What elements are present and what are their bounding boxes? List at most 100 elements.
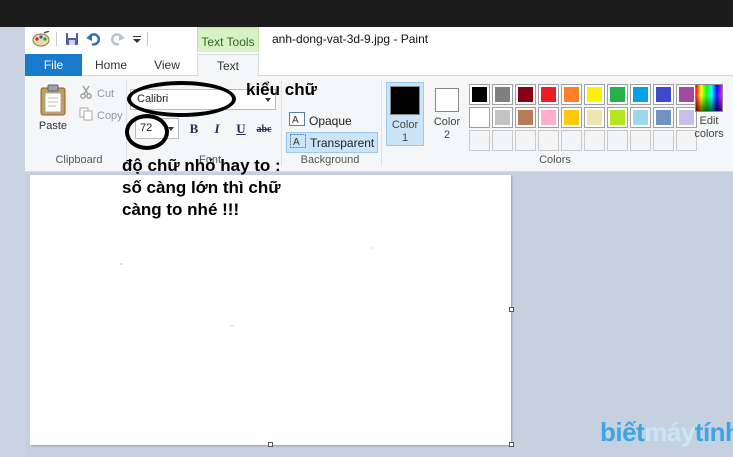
color2-button[interactable]: Color 2 xyxy=(428,82,466,146)
color-spectrum-icon xyxy=(695,84,723,112)
palette-swatch-fill xyxy=(633,110,648,125)
opaque-button[interactable]: A Opaque xyxy=(286,110,355,131)
text-tools-context-tab: Text Tools xyxy=(197,27,259,55)
canvas-speck xyxy=(230,325,234,327)
annotation-line-2: số càng lớn thì chữ xyxy=(122,178,281,197)
palette-swatch-fill xyxy=(518,87,533,102)
palette-empty-swatch[interactable] xyxy=(561,130,582,151)
italic-button[interactable]: I xyxy=(208,120,226,138)
resize-handle-bottom[interactable] xyxy=(268,442,273,447)
palette-swatch-fill xyxy=(656,110,671,125)
copy-icon xyxy=(79,107,93,124)
palette-swatch[interactable] xyxy=(492,107,513,128)
palette-swatch[interactable] xyxy=(538,107,559,128)
palette-swatch-fill xyxy=(656,87,671,102)
palette-swatch[interactable] xyxy=(653,107,674,128)
palette-swatch-fill xyxy=(587,110,602,125)
tab-text[interactable]: Text xyxy=(197,54,259,77)
cut-button[interactable]: Cut xyxy=(79,85,114,102)
customize-toolbar-icon[interactable] xyxy=(130,30,144,48)
tab-view[interactable]: View xyxy=(145,54,189,76)
palette-swatch-fill xyxy=(541,110,556,125)
save-icon[interactable] xyxy=(63,30,81,48)
underline-button[interactable]: U xyxy=(232,120,250,138)
annotation-font-name-note: kiểu chữ xyxy=(246,80,317,99)
opaque-icon: A xyxy=(289,112,305,129)
palette-empty-swatch[interactable] xyxy=(515,130,536,151)
palette-swatch-fill xyxy=(633,87,648,102)
paint-app-icon[interactable] xyxy=(31,30,51,48)
palette-swatch[interactable] xyxy=(515,84,536,105)
palette-swatch[interactable] xyxy=(584,84,605,105)
canvas-speck xyxy=(370,247,373,249)
tab-home[interactable]: Home xyxy=(89,54,133,76)
undo-icon[interactable] xyxy=(85,30,103,48)
palette-swatch[interactable] xyxy=(538,84,559,105)
watermark-part-3: tính xyxy=(694,417,733,447)
annotation-line-1: độ chữ nhỏ hay to : xyxy=(122,156,281,175)
desktop-strip xyxy=(0,0,733,27)
bold-button[interactable]: B xyxy=(185,120,203,138)
svg-text:A: A xyxy=(293,137,300,148)
palette-swatch-fill xyxy=(541,87,556,102)
palette-swatch[interactable] xyxy=(607,107,628,128)
copy-label: Copy xyxy=(97,109,123,122)
palette-swatch[interactable] xyxy=(561,107,582,128)
palette-swatch-fill xyxy=(472,87,487,102)
palette-empty-swatch[interactable] xyxy=(653,130,674,151)
copy-button[interactable]: Copy xyxy=(79,107,123,124)
palette-swatch[interactable] xyxy=(469,84,490,105)
annotation-line-3: càng to nhé !!! xyxy=(122,200,240,219)
palette-swatch-fill xyxy=(564,110,579,125)
clipboard-icon xyxy=(40,84,66,116)
color1-swatch xyxy=(390,86,420,115)
palette-swatch[interactable] xyxy=(584,107,605,128)
strikethrough-button[interactable]: abc xyxy=(255,120,273,138)
palette-swatch[interactable] xyxy=(469,107,490,128)
palette-swatch[interactable] xyxy=(561,84,582,105)
palette-swatch[interactable] xyxy=(630,84,651,105)
palette-empty-swatch[interactable] xyxy=(584,130,605,151)
palette-swatch[interactable] xyxy=(653,84,674,105)
palette-swatch[interactable] xyxy=(492,84,513,105)
qa-divider-2 xyxy=(147,32,148,46)
palette-swatch-fill xyxy=(610,87,625,102)
resize-handle-corner[interactable] xyxy=(509,442,514,447)
palette-empty-swatch[interactable] xyxy=(492,130,513,151)
palette-swatch-fill xyxy=(495,110,510,125)
title-bar: Text Tools anh-dong-vat-3d-9.jpg - Paint xyxy=(25,27,733,55)
scissors-icon xyxy=(79,85,93,102)
palette-swatch-fill xyxy=(587,87,602,102)
paste-button[interactable]: Paste xyxy=(33,82,73,142)
group-separator xyxy=(381,80,382,166)
palette-swatch[interactable] xyxy=(630,107,651,128)
qa-divider xyxy=(56,32,57,46)
palette-empty-swatch[interactable] xyxy=(630,130,651,151)
palette-swatch-fill xyxy=(518,110,533,125)
tab-file[interactable]: File xyxy=(25,54,82,76)
redo-icon[interactable] xyxy=(108,30,126,48)
palette-empty-swatch[interactable] xyxy=(469,130,490,151)
palette-swatch-fill xyxy=(495,87,510,102)
paste-label: Paste xyxy=(38,120,68,132)
watermark-logo: biếtmáytính xyxy=(600,417,733,448)
color-palette xyxy=(469,84,697,151)
palette-swatch[interactable] xyxy=(607,84,628,105)
edit-colors-button[interactable]: Edit colors xyxy=(691,84,727,141)
resize-handle-right[interactable] xyxy=(509,307,514,312)
annotation-ellipse-font-name xyxy=(127,81,236,117)
color1-button[interactable]: Color 1 xyxy=(386,82,424,146)
color2-swatch xyxy=(435,88,459,112)
palette-empty-swatch[interactable] xyxy=(607,130,628,151)
palette-swatch-fill xyxy=(564,87,579,102)
watermark-part-2: máy xyxy=(644,417,695,447)
palette-empty-swatch[interactable] xyxy=(538,130,559,151)
background-group-label: Background xyxy=(300,154,360,166)
transparent-icon: A xyxy=(290,134,306,151)
palette-swatch[interactable] xyxy=(515,107,536,128)
transparent-button[interactable]: A Transparent xyxy=(286,132,379,153)
edit-colors-label: Edit colors xyxy=(694,115,724,140)
palette-swatch-fill xyxy=(472,110,487,125)
opaque-label: Opaque xyxy=(309,113,352,128)
colors-group-label: Colors xyxy=(539,154,571,166)
